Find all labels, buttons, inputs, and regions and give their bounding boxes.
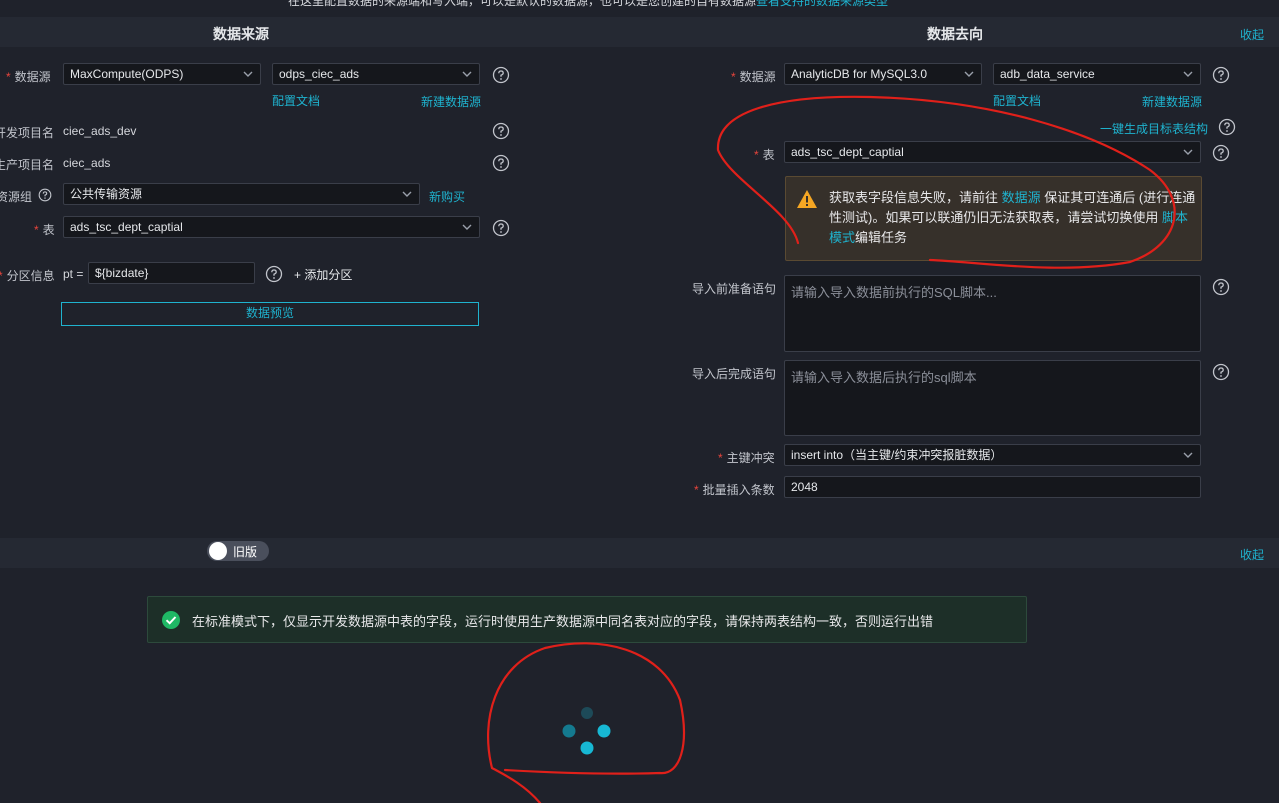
table-fetch-warning: 获取表字段信息失败，请前往 数据源 保证其可连通后 (进行连通性测试)。如果可以…: [785, 176, 1202, 261]
intro-note: 在这里配置数据的来源端和写入端，可以是默认的数据源，也可以是您创建的自有数据源查…: [288, 0, 888, 9]
pre-sql-label: 导入前准备语句: [692, 282, 777, 296]
collapse-link[interactable]: 收起: [1240, 26, 1264, 43]
help-icon[interactable]: [492, 122, 510, 140]
warning-icon: [797, 190, 817, 208]
dev-project-label: 开发项目名: [0, 126, 55, 140]
source-config-doc-link[interactable]: 配置文档: [272, 92, 320, 109]
standard-mode-info: 在标准模式下，仅显示开发数据源中表的字段，运行时使用生产数据源中同名表对应的字段…: [147, 596, 1027, 643]
dev-project-value: ciec_ads_dev: [63, 124, 137, 138]
prod-project-label: 生产项目名: [0, 158, 55, 172]
chevron-down-icon: [462, 71, 472, 77]
target-datasource-name-select[interactable]: adb_data_service: [993, 63, 1201, 85]
mapping-collapse-link[interactable]: 收起: [1240, 546, 1264, 563]
batch-size-label: * 批量插入条数: [694, 483, 775, 497]
target-new-datasource-link[interactable]: 新建数据源: [1142, 93, 1202, 110]
resource-group-label: 资源组: [0, 190, 33, 204]
source-table-label: * 表: [34, 223, 55, 237]
required-mark: *: [6, 70, 11, 84]
target-config-doc-link[interactable]: 配置文档: [993, 92, 1041, 109]
source-datasource-label: * 数据源: [6, 70, 51, 84]
conflict-label: * 主键冲突: [718, 451, 775, 465]
chevron-down-icon: [964, 71, 974, 77]
partition-label: *分区信息: [0, 269, 55, 283]
batch-size-input[interactable]: 2048: [784, 476, 1201, 498]
chevron-down-icon: [243, 71, 253, 77]
legacy-version-toggle[interactable]: 旧版: [207, 541, 269, 561]
help-icon[interactable]: [1212, 144, 1230, 162]
post-sql-label: 导入后完成语句: [692, 367, 777, 381]
chevron-down-icon: [1183, 452, 1193, 458]
help-icon[interactable]: [38, 188, 52, 202]
help-icon[interactable]: [492, 219, 510, 237]
help-icon[interactable]: [492, 154, 510, 172]
datasource-link[interactable]: 数据源: [1002, 190, 1041, 205]
post-sql-textarea[interactable]: 请输入导入数据后执行的sql脚本: [784, 360, 1201, 436]
data-preview-button[interactable]: 数据预览: [61, 302, 479, 326]
help-icon[interactable]: [1212, 278, 1230, 296]
spinner-dot: [562, 724, 576, 738]
loading-spinner: [562, 707, 611, 755]
generate-target-table-link[interactable]: 一键生成目标表结构: [1100, 120, 1208, 137]
chevron-down-icon: [1183, 71, 1193, 77]
help-icon[interactable]: [1212, 66, 1230, 84]
add-partition-button[interactable]: + 添加分区: [294, 266, 352, 283]
help-icon[interactable]: [1212, 363, 1230, 381]
chevron-down-icon: [462, 224, 472, 230]
toggle-knob: [209, 542, 227, 560]
source-title: 数据来源: [213, 26, 269, 42]
source-new-datasource-link[interactable]: 新建数据源: [421, 93, 481, 110]
supported-sources-link[interactable]: 查看支持的数据来源类型: [756, 0, 888, 8]
buy-new-link[interactable]: 新购买: [429, 188, 465, 205]
target-table-select[interactable]: ads_tsc_dept_captial: [784, 141, 1201, 163]
section-header: [0, 17, 1279, 47]
help-icon[interactable]: [492, 66, 510, 84]
target-datasource-label: * 数据源: [731, 70, 776, 84]
chevron-down-icon: [1183, 149, 1193, 155]
check-circle-icon: [162, 611, 180, 629]
source-table-select[interactable]: ads_tsc_dept_captial: [63, 216, 480, 238]
resource-group-select[interactable]: 公共传输资源: [63, 183, 420, 205]
prod-project-value: ciec_ads: [63, 156, 111, 170]
partition-key: pt =: [63, 267, 84, 281]
source-datasource-name-select[interactable]: odps_ciec_ads: [272, 63, 480, 85]
spinner-dot: [580, 741, 594, 755]
help-icon[interactable]: [1218, 118, 1236, 136]
mapping-header: [0, 538, 1279, 568]
source-datasource-type-select[interactable]: MaxCompute(ODPS): [63, 63, 261, 85]
intro-note-text: 在这里配置数据的来源端和写入端，可以是默认的数据源，也可以是您创建的自有数据源: [288, 0, 757, 8]
info-message: 在标准模式下，仅显示开发数据源中表的字段，运行时使用生产数据源中同名表对应的字段…: [192, 614, 934, 629]
pre-sql-textarea[interactable]: 请输入导入数据前执行的SQL脚本...: [784, 275, 1201, 352]
chevron-down-icon: [402, 191, 412, 197]
partition-value-input[interactable]: ${bizdate}: [88, 262, 255, 284]
target-title: 数据去向: [927, 26, 983, 42]
toggle-label: 旧版: [233, 545, 258, 559]
spinner-dot: [581, 707, 593, 719]
help-icon[interactable]: [265, 265, 283, 283]
conflict-select[interactable]: insert into（当主键/约束冲突报脏数据）: [784, 444, 1201, 466]
spinner-dot: [597, 724, 611, 738]
warning-message: 获取表字段信息失败，请前往 数据源 保证其可连通后 (进行连通性测试)。如果可以…: [829, 190, 1196, 245]
target-table-label: * 表: [754, 148, 775, 162]
target-datasource-type-select[interactable]: AnalyticDB for MySQL3.0: [784, 63, 982, 85]
